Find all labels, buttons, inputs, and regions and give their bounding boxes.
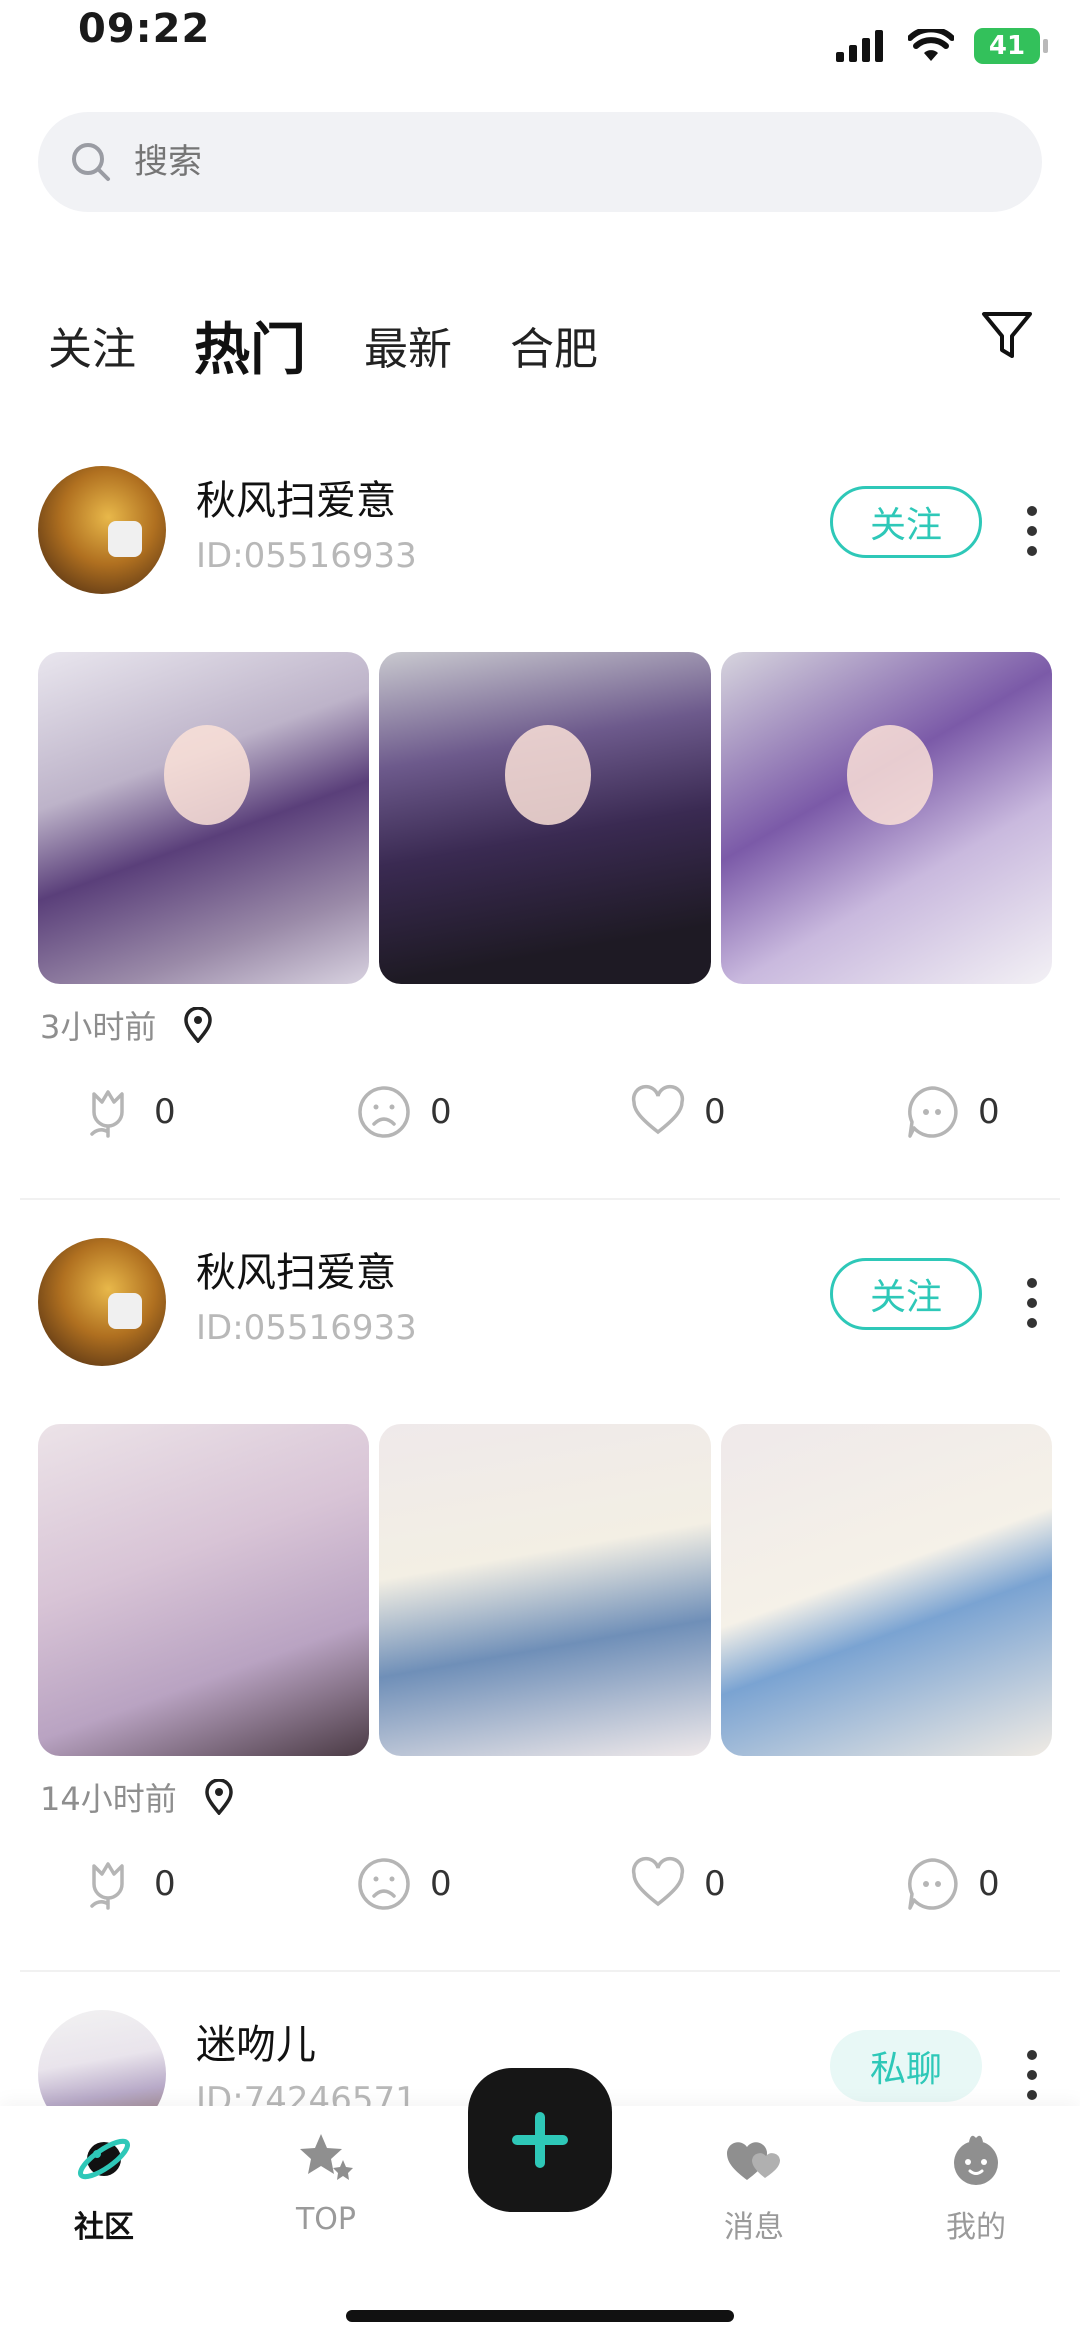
signal-icon bbox=[836, 30, 883, 62]
follow-button[interactable]: 关注 bbox=[830, 1258, 982, 1330]
flower-action[interactable]: 0 bbox=[80, 1084, 176, 1140]
stars-icon bbox=[300, 2134, 353, 2180]
home-indicator[interactable] bbox=[346, 2310, 734, 2322]
hearts-icon bbox=[727, 2142, 780, 2180]
nav-community[interactable]: 社区 bbox=[44, 2130, 164, 2246]
avatar-sticker bbox=[108, 1293, 142, 1329]
more-icon[interactable] bbox=[1024, 2050, 1040, 2100]
battery-level: 41 bbox=[988, 31, 1026, 61]
create-post-button[interactable] bbox=[468, 2068, 612, 2212]
tab-label: 热门 bbox=[194, 317, 306, 383]
like-count: 0 bbox=[704, 1864, 726, 1904]
post-photo[interactable] bbox=[720, 1424, 1052, 1756]
sad-face-icon bbox=[358, 1086, 410, 1138]
more-icon[interactable] bbox=[1024, 1278, 1040, 1328]
comment-count: 0 bbox=[978, 1864, 1000, 1904]
username[interactable]: 秋风扫爱意 bbox=[196, 468, 396, 526]
tab-hot[interactable]: 热门 bbox=[194, 305, 306, 390]
post-photo[interactable] bbox=[379, 1424, 711, 1756]
flower-icon bbox=[90, 1862, 124, 1910]
status-bar: 09:22 41 bbox=[0, 0, 1080, 80]
flower-action[interactable]: 0 bbox=[80, 1856, 176, 1912]
post-meta: 14小时前 bbox=[40, 1774, 235, 1820]
post-time: 3小时前 bbox=[40, 1008, 157, 1046]
post-meta: 3小时前 bbox=[40, 1002, 214, 1048]
location-icon[interactable] bbox=[203, 1779, 235, 1815]
photo-grid bbox=[38, 652, 1052, 984]
status-time: 09:22 bbox=[78, 6, 211, 52]
more-icon[interactable] bbox=[1024, 506, 1040, 556]
private-chat-button[interactable]: 私聊 bbox=[830, 2030, 982, 2102]
sad-face-icon bbox=[358, 1858, 410, 1910]
location-icon[interactable] bbox=[182, 1007, 214, 1043]
screen: 09:22 41 关注 bbox=[0, 0, 1080, 2340]
post-photo[interactable] bbox=[379, 652, 711, 984]
wifi-icon bbox=[908, 29, 954, 61]
avatar[interactable] bbox=[38, 466, 166, 594]
like-action[interactable]: 0 bbox=[630, 1856, 726, 1912]
sad-count: 0 bbox=[430, 1864, 452, 1904]
like-count: 0 bbox=[704, 1092, 726, 1132]
flower-count: 0 bbox=[154, 1092, 176, 1132]
nav-label: 社区 bbox=[74, 2210, 134, 2245]
tab-latest[interactable]: 最新 bbox=[364, 313, 452, 377]
nav-label: 消息 bbox=[724, 2210, 784, 2245]
heart-icon bbox=[631, 1084, 685, 1135]
comment-icon bbox=[908, 1858, 958, 1910]
post-actions: 0 0 0 0 bbox=[0, 1084, 1080, 1164]
follow-button[interactable]: 关注 bbox=[830, 486, 982, 558]
tab-city[interactable]: 合肥 bbox=[510, 313, 598, 377]
comment-action[interactable]: 0 bbox=[904, 1084, 1000, 1140]
post-actions: 0 0 0 0 bbox=[0, 1856, 1080, 1936]
sad-count: 0 bbox=[430, 1092, 452, 1132]
plus-icon bbox=[512, 2112, 568, 2168]
battery-icon: 41 bbox=[974, 28, 1048, 64]
user-id: ID:05516933 bbox=[196, 1308, 417, 1348]
status-icons: 41 bbox=[836, 28, 1048, 64]
post-photo[interactable] bbox=[38, 652, 370, 984]
tab-label: 关注 bbox=[48, 324, 136, 375]
search-bar[interactable] bbox=[38, 112, 1042, 212]
post-time: 14小时前 bbox=[40, 1780, 177, 1818]
face-icon bbox=[954, 2135, 998, 2185]
divider bbox=[20, 1198, 1060, 1200]
flower-count: 0 bbox=[154, 1864, 176, 1904]
user-id: ID:05516933 bbox=[196, 536, 417, 576]
nav-profile[interactable]: 我的 bbox=[916, 2130, 1036, 2246]
username[interactable]: 迷吻儿 bbox=[196, 2012, 316, 2070]
nav-label: TOP bbox=[295, 2202, 357, 2237]
username[interactable]: 秋风扫爱意 bbox=[196, 1240, 396, 1298]
flower-icon bbox=[90, 1090, 124, 1138]
tab-label: 合肥 bbox=[510, 324, 598, 375]
heart-icon bbox=[631, 1856, 685, 1907]
nav-top[interactable]: TOP bbox=[266, 2130, 386, 2237]
comment-count: 0 bbox=[978, 1092, 1000, 1132]
search-input[interactable] bbox=[134, 142, 934, 182]
tab-following[interactable]: 关注 bbox=[48, 313, 136, 377]
search-icon bbox=[72, 143, 110, 181]
post-photo[interactable] bbox=[720, 652, 1052, 984]
photo-grid bbox=[38, 1424, 1052, 1756]
post-photo[interactable] bbox=[38, 1424, 370, 1756]
planet-icon bbox=[77, 2138, 131, 2180]
filter-icon[interactable] bbox=[978, 306, 1036, 364]
divider bbox=[20, 1970, 1060, 1972]
feed-tabs: 关注 热门 最新 合肥 bbox=[48, 300, 656, 390]
nav-label: 我的 bbox=[946, 2210, 1006, 2245]
sad-action[interactable]: 0 bbox=[356, 1084, 452, 1140]
avatar-sticker bbox=[108, 521, 142, 557]
comment-icon bbox=[908, 1086, 958, 1138]
avatar[interactable] bbox=[38, 1238, 166, 1366]
tab-label: 最新 bbox=[364, 324, 452, 375]
nav-messages[interactable]: 消息 bbox=[694, 2130, 814, 2246]
like-action[interactable]: 0 bbox=[630, 1084, 726, 1140]
sad-action[interactable]: 0 bbox=[356, 1856, 452, 1912]
comment-action[interactable]: 0 bbox=[904, 1856, 1000, 1912]
